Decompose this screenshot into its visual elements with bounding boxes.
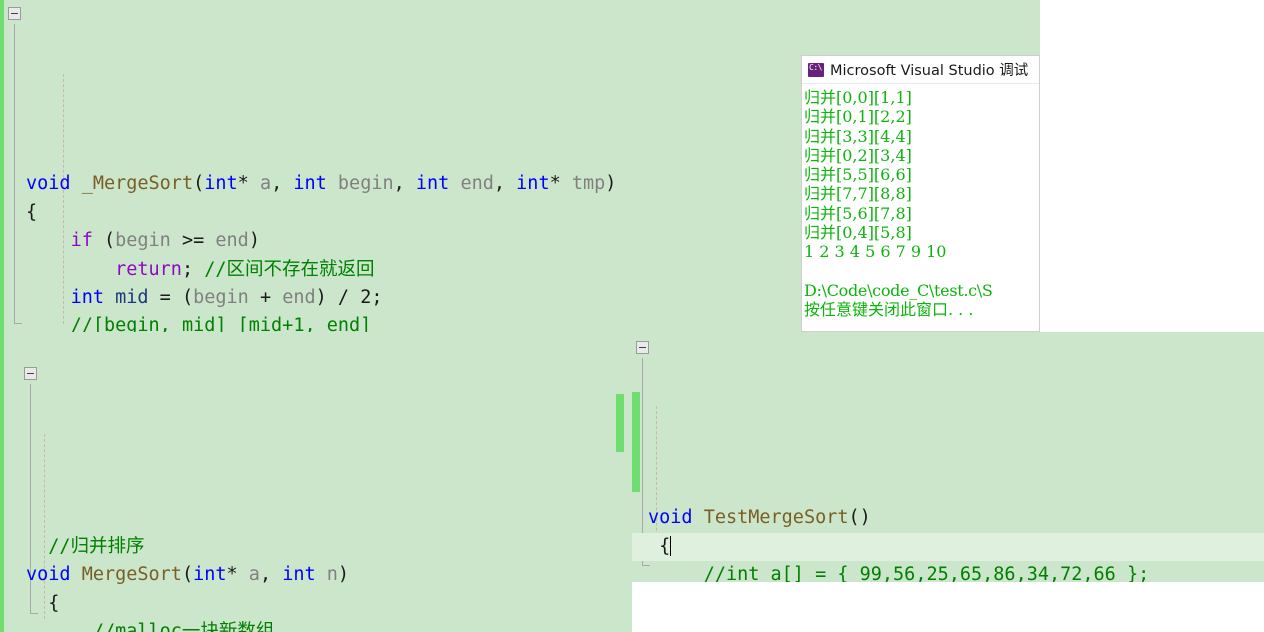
- code-token: begin: [115, 230, 171, 252]
- code-token: //归并排序: [48, 535, 145, 557]
- code-token: return: [115, 258, 182, 280]
- code-line[interactable]: {: [632, 532, 1264, 562]
- code-token: tmp: [571, 173, 606, 195]
- code-token: int: [516, 173, 550, 195]
- code-token: ;: [371, 287, 383, 308]
- code-line[interactable]: //归并排序: [0, 533, 632, 561]
- code-token: begin: [337, 173, 394, 195]
- code-token: int: [193, 564, 227, 586]
- fold-toggle-icon[interactable]: [636, 341, 649, 354]
- code-token: int: [293, 173, 338, 195]
- console-line: 归并[5,6][7,8]: [804, 203, 912, 223]
- code-token: MergeSort: [81, 564, 182, 586]
- console-title-bar[interactable]: Microsoft Visual Studio 调试: [802, 56, 1039, 84]
- console-icon: [808, 62, 824, 77]
- console-line: 1 2 3 4 5 6 7 9 10: [804, 242, 947, 262]
- console-line: 归并[5,5][6,6]: [804, 165, 912, 185]
- code-token: void: [648, 507, 704, 529]
- text-cursor: [670, 535, 672, 556]
- code-token: n: [326, 564, 338, 586]
- code-token: >=: [170, 230, 216, 252]
- code-token: a: [248, 564, 260, 586]
- code-token: void: [26, 173, 82, 195]
- code-token: _MergeSort: [81, 173, 194, 195]
- code-line[interactable]: void MergeSort(int* a, int n): [0, 561, 632, 589]
- code-line[interactable]: void TestMergeSort(): [632, 504, 1264, 532]
- change-bar-right: [616, 394, 624, 452]
- console-line: 归并[0,4][5,8]: [804, 223, 912, 243]
- console-line: 归并[0,1][2,2]: [804, 107, 912, 127]
- console-line: 归并[0,0][1,1]: [804, 88, 912, 107]
- code-token: {: [26, 592, 60, 614]
- code-token: mid: [115, 287, 149, 308]
- console-title-text: Microsoft Visual Studio 调试: [830, 63, 1029, 79]
- code-token: int: [415, 173, 461, 195]
- code-token: ,: [259, 564, 283, 586]
- change-bar: [632, 392, 640, 492]
- code-token: end: [460, 173, 494, 195]
- code-token: int: [282, 564, 327, 586]
- code-token: TestMergeSort: [703, 507, 849, 529]
- code-token: a: [259, 173, 272, 195]
- code-token: void: [26, 564, 82, 586]
- code-token: if: [70, 230, 93, 252]
- code-token: int: [70, 287, 116, 308]
- code-token: ): [605, 173, 617, 195]
- code-token: //int a[] = { 99,56,25,65,86,34,72,66 };: [703, 564, 1150, 582]
- code-token: (: [92, 230, 116, 252]
- code-line[interactable]: //int a[] = { 99,56,25,65,86,34,72,66 };: [632, 561, 1264, 582]
- fold-toggle-icon[interactable]: [8, 7, 21, 20]
- console-line: D:\Code\code_C\test.c\S: [804, 280, 993, 300]
- code-token: //[begin, mid] [mid+1, end]: [70, 315, 372, 332]
- console-line: 归并[0,2][3,4]: [804, 145, 912, 165]
- code-editor-mergesort[interactable]: //归并排序 void MergeSort(int* a, int n) { //…: [0, 332, 632, 632]
- code-token: (: [193, 173, 205, 195]
- fold-toggle-icon[interactable]: [24, 367, 37, 380]
- code-token: //malloc一块新数组: [92, 621, 275, 632]
- code-token: ,: [493, 173, 517, 195]
- code-token: (): [848, 507, 871, 529]
- code-token: end: [215, 230, 249, 252]
- code-token: (: [181, 564, 194, 586]
- code-token: {: [648, 535, 671, 557]
- code-token: ,: [271, 173, 294, 195]
- console-line: 归并[7,7][8,8]: [804, 184, 912, 204]
- code-token: int: [204, 173, 238, 195]
- code-token: ): [248, 230, 260, 252]
- console-output: 归并[0,0][1,1] 归并[0,1][2,2] 归并[3,3][4,4] 归并[0…: [802, 84, 1039, 320]
- code-token: ): [337, 564, 350, 586]
- code-token: = (: [148, 287, 194, 308]
- code-line[interactable]: //malloc一块新数组: [0, 618, 632, 632]
- debug-console-window[interactable]: Microsoft Visual Studio 调试 归并[0,0][1,1]归…: [801, 55, 1040, 332]
- code-token: *: [549, 173, 572, 195]
- code-token: +: [248, 287, 283, 308]
- code-token: ;: [181, 258, 205, 280]
- console-line: 按任意键关闭此窗口. . .: [804, 300, 974, 320]
- code-token: //区间不存在就返回: [204, 258, 375, 280]
- code-token: {: [26, 201, 38, 223]
- code-line[interactable]: {: [0, 590, 632, 618]
- console-line: 归并[3,3][4,4]: [804, 126, 912, 146]
- code-token: end: [282, 287, 316, 308]
- code-token: *: [226, 564, 249, 586]
- code-token: ) /: [315, 287, 361, 308]
- code-token: *: [237, 173, 260, 195]
- code-lines-right: void TestMergeSort() { //int a[] = { 99,…: [632, 502, 1264, 582]
- code-token: ,: [393, 173, 416, 195]
- code-lines-left: //归并排序 void MergeSort(int* a, int n) { //…: [0, 531, 632, 632]
- code-token: 2: [360, 287, 372, 308]
- code-editor-testmergesort[interactable]: void TestMergeSort() { //int a[] = { 99,…: [632, 332, 1264, 582]
- code-token: begin: [193, 287, 249, 308]
